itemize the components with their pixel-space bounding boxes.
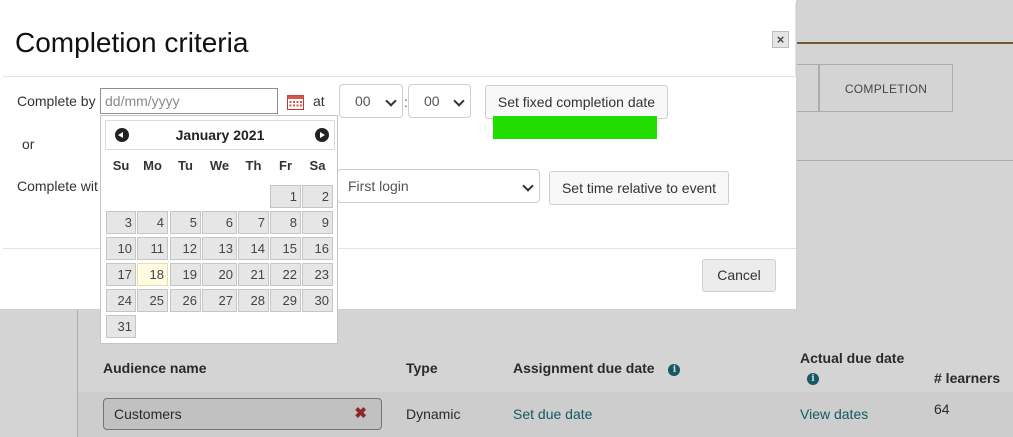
calendar-day[interactable]: 30 [302,289,333,312]
calendar-day[interactable]: 12 [170,237,201,260]
calendar-day[interactable]: 29 [270,289,301,312]
calendar-day[interactable]: 28 [238,289,269,312]
weekday-header: Sa [309,158,326,173]
calendar-day[interactable]: 2 [302,185,333,208]
highlight-mark [493,116,657,139]
weekday-header: Th [245,158,262,173]
event-select-value: First login [348,178,409,194]
calendar-day[interactable]: 9 [302,211,333,234]
minute-select-value: 00 [424,93,440,109]
chevron-down-icon [453,95,465,107]
calendar-day[interactable]: 13 [202,237,237,260]
close-icon[interactable]: × [772,31,789,48]
calendar-day[interactable]: 1 [270,185,301,208]
cancel-button[interactable]: Cancel [702,259,776,292]
calendar-day[interactable]: 7 [238,211,269,234]
calendar-day[interactable]: 15 [270,237,301,260]
weekday-header: Su [112,158,130,173]
or-label: or [22,136,35,152]
hour-select-value: 00 [355,93,371,109]
complete-within-label: Complete wit [17,178,98,194]
dialog-title: Completion criteria [15,27,249,58]
calendar-icon[interactable] [287,94,304,110]
calendar-day[interactable]: 21 [238,263,269,286]
calendar-day[interactable]: 20 [202,263,237,286]
datepicker-month-year: January 2021 [175,127,265,143]
at-label: at [313,93,325,109]
calendar-day[interactable]: 16 [302,237,333,260]
calendar-day[interactable]: 18 [137,263,168,286]
weekday-header: Mo [143,158,162,173]
set-fixed-completion-date-button[interactable]: Set fixed completion date [485,85,668,119]
datepicker-header: January 2021 [105,120,335,150]
chevron-down-icon [522,180,534,192]
calendar-day[interactable]: 10 [106,237,136,260]
calendar-day[interactable]: 31 [106,315,136,338]
calendar-day[interactable]: 19 [170,263,201,286]
completion-date-input[interactable] [100,88,278,114]
calendar-day[interactable]: 23 [302,263,333,286]
chevron-down-icon [385,95,397,107]
weekday-header: We [209,158,230,173]
weekday-header: Tu [178,158,193,173]
weekday-header: Fr [279,158,292,173]
next-month-icon[interactable] [315,128,329,142]
calendar-day[interactable]: 4 [137,211,168,234]
minute-select[interactable]: 00 [408,84,471,118]
calendar-day[interactable]: 5 [170,211,201,234]
prev-month-icon[interactable] [115,128,129,142]
calendar-day[interactable]: 25 [137,289,168,312]
calendar-day[interactable]: 3 [106,211,136,234]
calendar-day[interactable]: 26 [170,289,201,312]
set-time-relative-button[interactable]: Set time relative to event [549,171,729,205]
calendar-day[interactable]: 24 [106,289,136,312]
calendar-day[interactable]: 8 [270,211,301,234]
calendar-day[interactable]: 17 [106,263,136,286]
calendar-day[interactable]: 27 [202,289,237,312]
calendar-day[interactable]: 11 [137,237,168,260]
hour-select[interactable]: 00 [339,84,403,118]
calendar-day[interactable]: 14 [238,237,269,260]
calendar-day[interactable]: 22 [270,263,301,286]
calendar-day[interactable]: 6 [202,211,237,234]
datepicker-popup: January 2021 Su Mo Tu We Th Fr Sa 1 2 3 4 5 6 7 8 9 10 11… [100,115,338,344]
complete-by-label: Complete by [17,93,96,109]
event-select[interactable]: First login [337,169,540,203]
